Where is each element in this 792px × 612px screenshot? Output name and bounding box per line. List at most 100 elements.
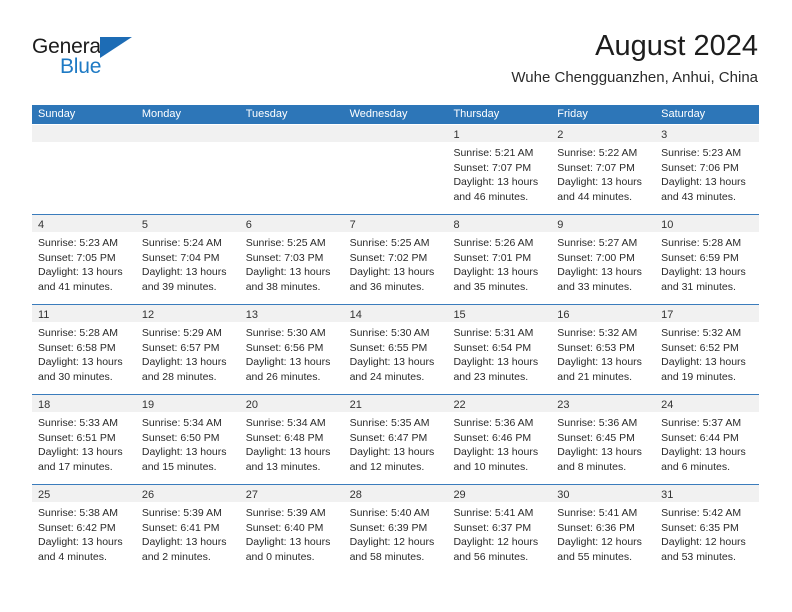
day-cell-20[interactable]: 20 Sunrise: 5:34 AM Sunset: 6:48 PM Dayligh… bbox=[239, 395, 344, 484]
day-number: 15 bbox=[453, 309, 466, 321]
day-number-band: 14 bbox=[343, 305, 448, 322]
day-cell-4[interactable]: 4 Sunrise: 5:23 AM Sunset: 7:05 PM Daylight… bbox=[32, 215, 136, 304]
sunrise-text: Sunrise: 5:38 AM bbox=[38, 507, 118, 519]
day-details: Sunrise: 5:42 AM Sunset: 6:35 PM Daylight:… bbox=[655, 502, 759, 564]
day-cell-13[interactable]: 13 Sunrise: 5:30 AM Sunset: 6:56 PM Dayligh… bbox=[239, 305, 344, 394]
sunrise-text: Sunrise: 5:42 AM bbox=[661, 507, 742, 519]
daylight-text-cont: and 19 minutes. bbox=[661, 370, 736, 383]
day-cell-30[interactable]: 30 Sunrise: 5:41 AM Sunset: 6:36 PM Dayligh… bbox=[551, 485, 656, 574]
day-cell-17[interactable]: 17 Sunrise: 5:32 AM Sunset: 6:52 PM Dayligh… bbox=[655, 305, 760, 394]
day-cell-11[interactable]: 11 Sunrise: 5:28 AM Sunset: 6:58 PM Dayligh… bbox=[32, 305, 136, 394]
day-cell-12[interactable]: 12 Sunrise: 5:29 AM Sunset: 6:57 PM Dayligh… bbox=[135, 305, 240, 394]
day-cell-14[interactable]: 14 Sunrise: 5:30 AM Sunset: 6:55 PM Dayligh… bbox=[343, 305, 448, 394]
daylight-text: Daylight: 13 hours bbox=[141, 536, 227, 548]
general-blue-logo[interactable]: General Blue bbox=[32, 36, 182, 86]
day-number-band: 3 bbox=[655, 125, 760, 142]
day-cell-29[interactable]: 29 Sunrise: 5:41 AM Sunset: 6:37 PM Dayligh… bbox=[447, 485, 552, 574]
day-number: 31 bbox=[661, 489, 674, 501]
sunrise-text: Sunrise: 5:28 AM bbox=[38, 327, 118, 339]
day-cell-27[interactable]: 27 Sunrise: 5:39 AM Sunset: 6:40 PM Dayligh… bbox=[239, 485, 344, 574]
sunset-text: Sunset: 6:55 PM bbox=[349, 341, 428, 354]
day-cell-3[interactable]: 3 Sunrise: 5:23 AM Sunset: 7:06 PM Daylight… bbox=[655, 125, 760, 214]
sunset-text: Sunset: 6:58 PM bbox=[38, 341, 116, 354]
daylight-text: Daylight: 12 hours bbox=[661, 536, 746, 548]
daylight-text: Daylight: 13 hours bbox=[661, 446, 746, 458]
day-details: Sunrise: 5:37 AM Sunset: 6:44 PM Daylight:… bbox=[655, 412, 759, 474]
day-cell-24[interactable]: 24 Sunrise: 5:37 AM Sunset: 6:44 PM Dayligh… bbox=[655, 395, 760, 484]
sunrise-text: Sunrise: 5:23 AM bbox=[661, 147, 742, 159]
sunrise-text: Sunrise: 5:30 AM bbox=[245, 327, 326, 339]
day-number-band: 7 bbox=[343, 215, 448, 232]
day-cell-28[interactable]: 28 Sunrise: 5:40 AM Sunset: 6:39 PM Dayligh… bbox=[343, 485, 448, 574]
day-number: 10 bbox=[661, 219, 674, 231]
day-of-week-thursday: Thursday bbox=[453, 108, 500, 120]
day-cell-16[interactable]: 16 Sunrise: 5:32 AM Sunset: 6:53 PM Dayligh… bbox=[551, 305, 656, 394]
day-cell-empty bbox=[343, 125, 448, 214]
sunset-text: Sunset: 7:06 PM bbox=[661, 161, 739, 174]
day-cell-25[interactable]: 25 Sunrise: 5:38 AM Sunset: 6:42 PM Dayligh… bbox=[32, 485, 136, 574]
sunset-text: Sunset: 6:54 PM bbox=[453, 341, 532, 354]
day-number: 17 bbox=[661, 309, 674, 321]
daylight-text: Daylight: 13 hours bbox=[38, 266, 123, 278]
day-details: Sunrise: 5:25 AM Sunset: 7:03 PM Daylight:… bbox=[240, 232, 344, 294]
daylight-text: Daylight: 13 hours bbox=[349, 446, 435, 458]
day-number-band: 18 bbox=[32, 395, 136, 412]
day-cell-26[interactable]: 26 Sunrise: 5:39 AM Sunset: 6:41 PM Dayligh… bbox=[135, 485, 240, 574]
sunset-text: Sunset: 6:36 PM bbox=[557, 521, 635, 534]
day-cell-2[interactable]: 2 Sunrise: 5:22 AM Sunset: 7:07 PM Daylight… bbox=[551, 125, 656, 214]
day-cell-31[interactable]: 31 Sunrise: 5:42 AM Sunset: 6:35 PM Dayligh… bbox=[655, 485, 760, 574]
sunset-text: Sunset: 6:44 PM bbox=[661, 431, 739, 444]
day-number-band bbox=[239, 125, 344, 142]
calendar-weeks: 1 Sunrise: 5:21 AM Sunset: 7:07 PM Daylight… bbox=[32, 124, 760, 574]
day-number: 16 bbox=[557, 309, 570, 321]
day-cell-8[interactable]: 8 Sunrise: 5:26 AM Sunset: 7:01 PM Daylight… bbox=[447, 215, 552, 304]
day-number-band bbox=[32, 125, 136, 142]
day-number: 2 bbox=[557, 129, 564, 141]
day-cell-1[interactable]: 1 Sunrise: 5:21 AM Sunset: 7:07 PM Daylight… bbox=[447, 125, 552, 214]
sunrise-text: Sunrise: 5:36 AM bbox=[453, 417, 534, 429]
sunset-text: Sunset: 6:51 PM bbox=[38, 431, 116, 444]
day-number-band: 6 bbox=[239, 215, 344, 232]
day-cell-7[interactable]: 7 Sunrise: 5:25 AM Sunset: 7:02 PM Daylight… bbox=[343, 215, 448, 304]
day-details: Sunrise: 5:23 AM Sunset: 7:06 PM Daylight:… bbox=[655, 142, 759, 204]
day-cell-10[interactable]: 10 Sunrise: 5:28 AM Sunset: 6:59 PM Dayligh… bbox=[655, 215, 760, 304]
day-cell-19[interactable]: 19 Sunrise: 5:34 AM Sunset: 6:50 PM Dayligh… bbox=[135, 395, 240, 484]
sunrise-text: Sunrise: 5:25 AM bbox=[349, 237, 430, 249]
day-details: Sunrise: 5:27 AM Sunset: 7:00 PM Daylight:… bbox=[551, 232, 655, 294]
day-details: Sunrise: 5:23 AM Sunset: 7:05 PM Daylight:… bbox=[32, 232, 136, 294]
calendar-page: General Blue August 2024 Wuhe Chengguanz… bbox=[0, 0, 792, 612]
sunset-text: Sunset: 6:40 PM bbox=[245, 521, 324, 534]
day-cell-22[interactable]: 22 Sunrise: 5:36 AM Sunset: 6:46 PM Dayligh… bbox=[447, 395, 552, 484]
day-cell-21[interactable]: 21 Sunrise: 5:35 AM Sunset: 6:47 PM Dayligh… bbox=[343, 395, 448, 484]
daylight-text: Daylight: 13 hours bbox=[661, 266, 746, 278]
daylight-text-cont: and 6 minutes. bbox=[661, 460, 731, 473]
page-title: August 2024 bbox=[595, 30, 758, 62]
day-number-band: 21 bbox=[343, 395, 448, 412]
day-cell-6[interactable]: 6 Sunrise: 5:25 AM Sunset: 7:03 PM Daylight… bbox=[239, 215, 344, 304]
day-details: Sunrise: 5:30 AM Sunset: 6:55 PM Daylight:… bbox=[344, 322, 448, 384]
day-details: Sunrise: 5:41 AM Sunset: 6:36 PM Daylight:… bbox=[551, 502, 655, 564]
day-details: Sunrise: 5:32 AM Sunset: 6:52 PM Daylight:… bbox=[655, 322, 759, 384]
day-number-band: 25 bbox=[32, 485, 136, 502]
sunset-text: Sunset: 6:56 PM bbox=[245, 341, 324, 354]
sunrise-text: Sunrise: 5:35 AM bbox=[349, 417, 430, 429]
daylight-text-cont: and 43 minutes. bbox=[661, 190, 736, 203]
day-details: Sunrise: 5:41 AM Sunset: 6:37 PM Daylight:… bbox=[447, 502, 551, 564]
daylight-text-cont: and 26 minutes. bbox=[245, 370, 321, 383]
day-cell-23[interactable]: 23 Sunrise: 5:36 AM Sunset: 6:45 PM Dayligh… bbox=[551, 395, 656, 484]
day-details: Sunrise: 5:28 AM Sunset: 6:58 PM Daylight:… bbox=[32, 322, 136, 384]
day-cell-18[interactable]: 18 Sunrise: 5:33 AM Sunset: 6:51 PM Dayligh… bbox=[32, 395, 136, 484]
sunrise-text: Sunrise: 5:41 AM bbox=[557, 507, 638, 519]
day-number: 22 bbox=[453, 399, 466, 411]
day-cell-5[interactable]: 5 Sunrise: 5:24 AM Sunset: 7:04 PM Daylight… bbox=[135, 215, 240, 304]
page-subtitle: Wuhe Chengguanzhen, Anhui, China bbox=[511, 69, 758, 86]
sunrise-text: Sunrise: 5:32 AM bbox=[557, 327, 638, 339]
daylight-text: Daylight: 13 hours bbox=[661, 176, 746, 188]
day-number-band: 1 bbox=[447, 125, 552, 142]
day-cell-15[interactable]: 15 Sunrise: 5:31 AM Sunset: 6:54 PM Dayligh… bbox=[447, 305, 552, 394]
day-number: 27 bbox=[245, 489, 258, 501]
day-number: 3 bbox=[661, 129, 668, 141]
daylight-text-cont: and 13 minutes. bbox=[245, 460, 321, 473]
day-cell-9[interactable]: 9 Sunrise: 5:27 AM Sunset: 7:00 PM Daylight… bbox=[551, 215, 656, 304]
sunrise-text: Sunrise: 5:39 AM bbox=[141, 507, 222, 519]
